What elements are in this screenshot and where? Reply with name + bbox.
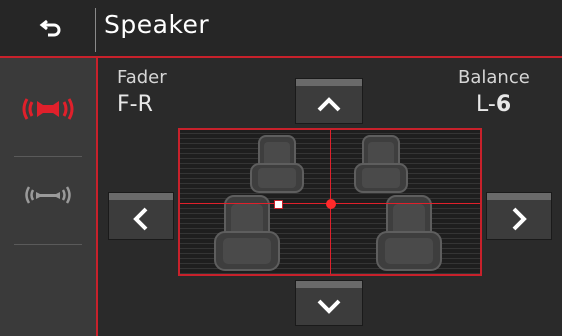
page-title: Speaker — [104, 10, 210, 39]
header-divider — [95, 8, 96, 52]
balance-value-side: L- — [476, 92, 496, 117]
surround-speaker-icon — [22, 98, 74, 120]
seat-front-right-icon — [354, 135, 408, 193]
fader-rear-button[interactable] — [295, 280, 363, 326]
chevron-left-icon — [133, 207, 148, 231]
balance-value: L-6 — [476, 92, 511, 117]
fader-value: F-R — [117, 92, 153, 117]
fader-label: Fader — [117, 67, 167, 88]
chevron-right-icon — [512, 207, 527, 231]
chevron-up-icon — [317, 97, 341, 112]
stereo-speaker-mode-button[interactable] — [14, 150, 82, 240]
balance-label: Balance — [458, 67, 530, 88]
fader-balance-position-marker[interactable] — [274, 200, 283, 209]
seat-front-left-icon — [250, 135, 304, 193]
center-point — [326, 199, 336, 209]
header-bar: Speaker — [0, 0, 562, 58]
seat-rear-left-icon — [214, 195, 280, 271]
chevron-down-icon — [317, 299, 341, 314]
back-arrow-icon — [39, 19, 61, 37]
balance-right-button[interactable] — [486, 192, 552, 240]
sidebar-divider — [14, 244, 82, 245]
fader-balance-grid[interactable] — [178, 128, 482, 276]
back-button[interactable] — [12, 0, 92, 56]
balance-value-number: 6 — [495, 92, 512, 117]
surround-speaker-mode-button[interactable] — [14, 64, 82, 154]
fader-front-button[interactable] — [295, 78, 363, 124]
sidebar — [0, 58, 98, 336]
seat-rear-right-icon — [376, 195, 442, 271]
stereo-speaker-icon — [25, 186, 71, 204]
balance-left-button[interactable] — [108, 192, 174, 240]
